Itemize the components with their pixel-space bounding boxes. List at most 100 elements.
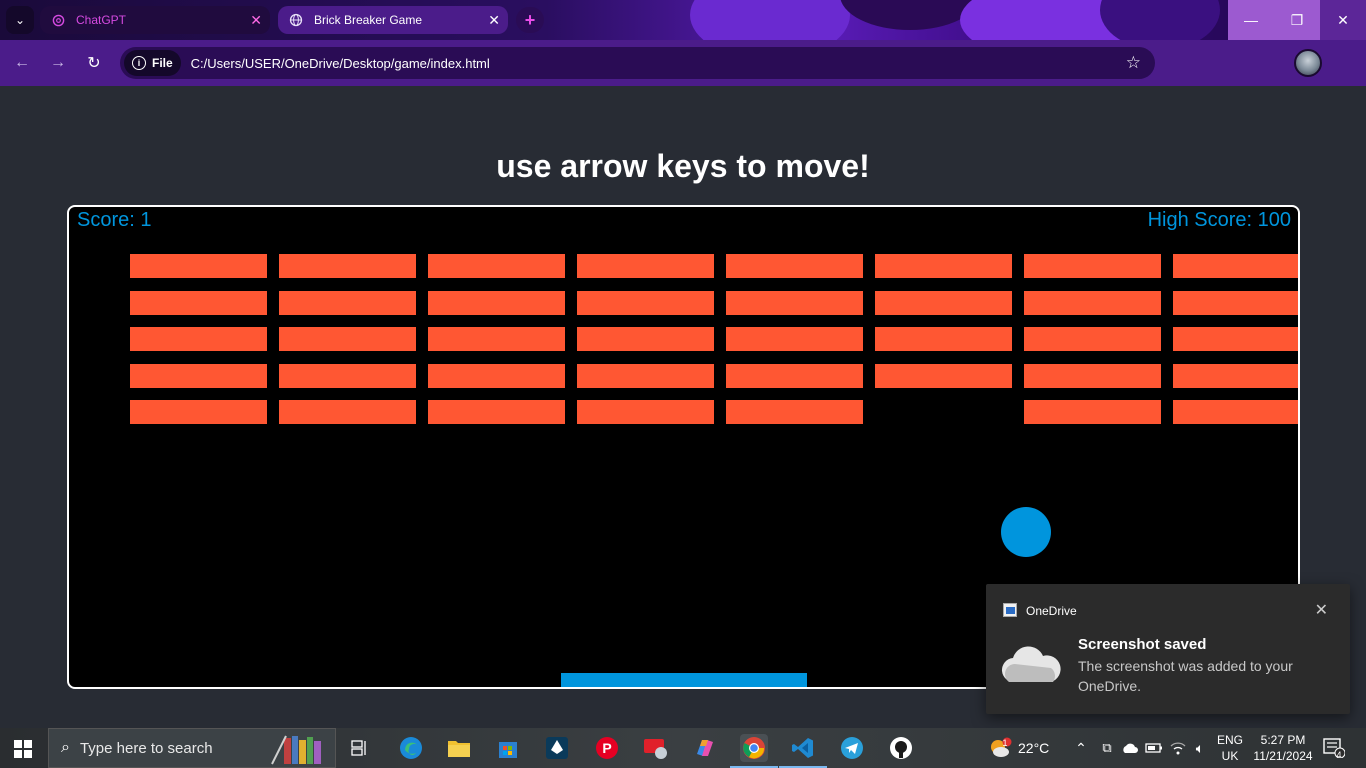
brick [577,363,714,388]
wallpaper-blob [690,0,850,40]
close-icon[interactable]: ✕ [488,12,500,28]
reload-icon[interactable]: ↻ [82,51,106,75]
edge-icon[interactable] [397,734,425,762]
brick [130,254,267,278]
info-icon: i [132,56,146,70]
microsoft-store-icon[interactable] [494,734,522,762]
brick [428,327,565,351]
brick [875,254,1012,278]
notification-app-name: OneDrive [1026,604,1077,618]
chevron-up-icon[interactable]: ⌃ [1067,734,1095,762]
notification-count: 4 [1336,750,1342,760]
back-arrow-icon[interactable]: ← [10,51,34,75]
forward-arrow-icon[interactable]: → [46,51,70,75]
close-icon[interactable]: ✕ [250,12,262,28]
brick [1024,363,1161,388]
search-placeholder: Type here to search [79,739,213,757]
windows-taskbar: ⌕ Type here to search P 1 22°C ⌃ ⧉ 🔈︎ EN… [0,728,1366,768]
tab-brick-breaker[interactable]: Brick Breaker Game ✕ [278,6,508,34]
pinterest-icon[interactable]: P [593,734,621,762]
github-icon[interactable] [887,734,915,762]
brick [279,327,416,351]
game-ball [1001,507,1051,557]
brick [726,254,863,278]
tab-search-button[interactable]: ⌄ [6,6,34,34]
profile-avatar[interactable] [1294,49,1322,77]
keyboard-layout: UK [1221,749,1239,763]
svg-text:P: P [602,740,611,756]
tab-chatgpt[interactable]: ChatGPT ✕ [40,6,270,34]
brick [1173,327,1298,351]
maximize-button[interactable]: ❐ [1274,0,1320,40]
brick [428,254,565,278]
site-info-chip[interactable]: i File [124,50,181,76]
brick [726,400,863,424]
language-code: ENG [1216,733,1243,747]
wallpaper-blob [1100,0,1220,40]
telegram-icon[interactable] [838,734,866,762]
url-text[interactable]: C:/Users/USER/OneDrive/Desktop/game/inde… [191,56,490,71]
wallpaper-blob [840,0,980,30]
tab-label: Brick Breaker Game [314,13,423,27]
brick [279,254,416,278]
brick [130,327,267,351]
red-app-icon[interactable] [642,734,670,762]
brick [1173,363,1298,388]
brick [130,363,267,388]
notification-body: The screenshot was added to your OneDriv… [1078,658,1293,694]
cloud-icon [1001,646,1061,683]
brick [1173,254,1298,278]
brick [1173,290,1298,315]
brick [279,363,416,388]
copilot-icon[interactable] [691,734,719,762]
onedrive-notification[interactable]: OneDrive ✕ Screenshot saved The screensh… [986,584,1350,714]
brick [726,290,863,315]
clock-time: 5:27 PM [1260,733,1306,747]
tab-label: ChatGPT [76,13,127,27]
clock-date: 11/21/2024 [1253,749,1313,763]
weather-badge: 1 [1002,738,1008,748]
windows-start-icon[interactable] [14,740,32,758]
brick [577,290,714,315]
page-title: use arrow keys to move! [496,148,870,184]
brick [428,363,565,388]
brick [279,290,416,315]
brick [1024,400,1161,424]
globe-icon [288,12,304,28]
bookmark-star-icon[interactable]: ☆ [1126,53,1141,73]
search-icon: ⌕ [61,739,70,756]
close-window-button[interactable]: ✕ [1320,0,1366,40]
inkscape-icon[interactable] [543,734,571,762]
brick [1024,290,1161,315]
language-indicator[interactable]: ENG UK [1214,732,1246,764]
chrome-icon[interactable] [740,734,768,762]
brick [1173,400,1298,424]
file-chip-label: File [152,56,173,70]
minimize-button[interactable]: — [1228,0,1274,40]
volume-icon[interactable]: 🔈︎ [1186,734,1214,762]
brick [428,400,565,424]
clock[interactable]: 5:27 PM 11/21/2024 [1248,732,1318,764]
onedrive-app-icon [1003,603,1017,617]
browser-titlebar: ⌄ ChatGPT ✕ Brick Breaker Game ✕ + — ❐ ✕ [0,0,1366,40]
brick [130,400,267,424]
brick [875,290,1012,315]
chatgpt-icon [50,12,66,28]
task-view-icon[interactable] [346,734,374,762]
brick [726,327,863,351]
browser-toolbar: ← → ↻ i File C:/Users/USER/OneDrive/Desk… [0,40,1366,113]
brick [875,363,1012,388]
high-score-label: High Score: 100 [1147,209,1291,231]
new-tab-button[interactable]: + [516,7,544,33]
address-bar[interactable]: i File C:/Users/USER/OneDrive/Desktop/ga… [120,47,1155,79]
brick [577,400,714,424]
close-icon[interactable]: ✕ [1315,600,1328,620]
score-label: Score: 1 [77,209,152,231]
brick [1024,327,1161,351]
brick [875,327,1012,351]
file-explorer-icon[interactable] [445,734,473,762]
vscode-icon[interactable] [789,734,817,762]
game-paddle [561,673,807,687]
brick [577,327,714,351]
weather-temperature[interactable]: 22°C [1018,740,1049,756]
